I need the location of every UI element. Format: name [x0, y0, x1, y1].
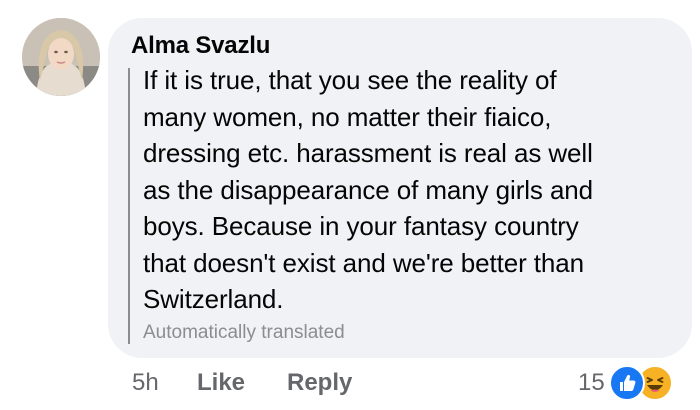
comment-timestamp[interactable]: 5h: [132, 366, 159, 400]
author-avatar[interactable]: [22, 18, 100, 96]
translation-toggle[interactable]: Automatically translated: [143, 322, 345, 344]
like-button[interactable]: Like: [197, 366, 245, 400]
translation-bar: [128, 68, 130, 344]
avatar-photo: [22, 18, 100, 96]
comment-text: If it is true, that you see the reality …: [143, 65, 594, 314]
reaction-count: 15: [578, 369, 605, 396]
author-name[interactable]: Alma Svazlu: [131, 32, 270, 60]
reply-button[interactable]: Reply: [287, 366, 352, 400]
reactions-summary[interactable]: 15: [578, 364, 673, 402]
comment: Alma Svazlu If it is true, that you see …: [0, 0, 700, 410]
like-icon: [608, 365, 645, 401]
